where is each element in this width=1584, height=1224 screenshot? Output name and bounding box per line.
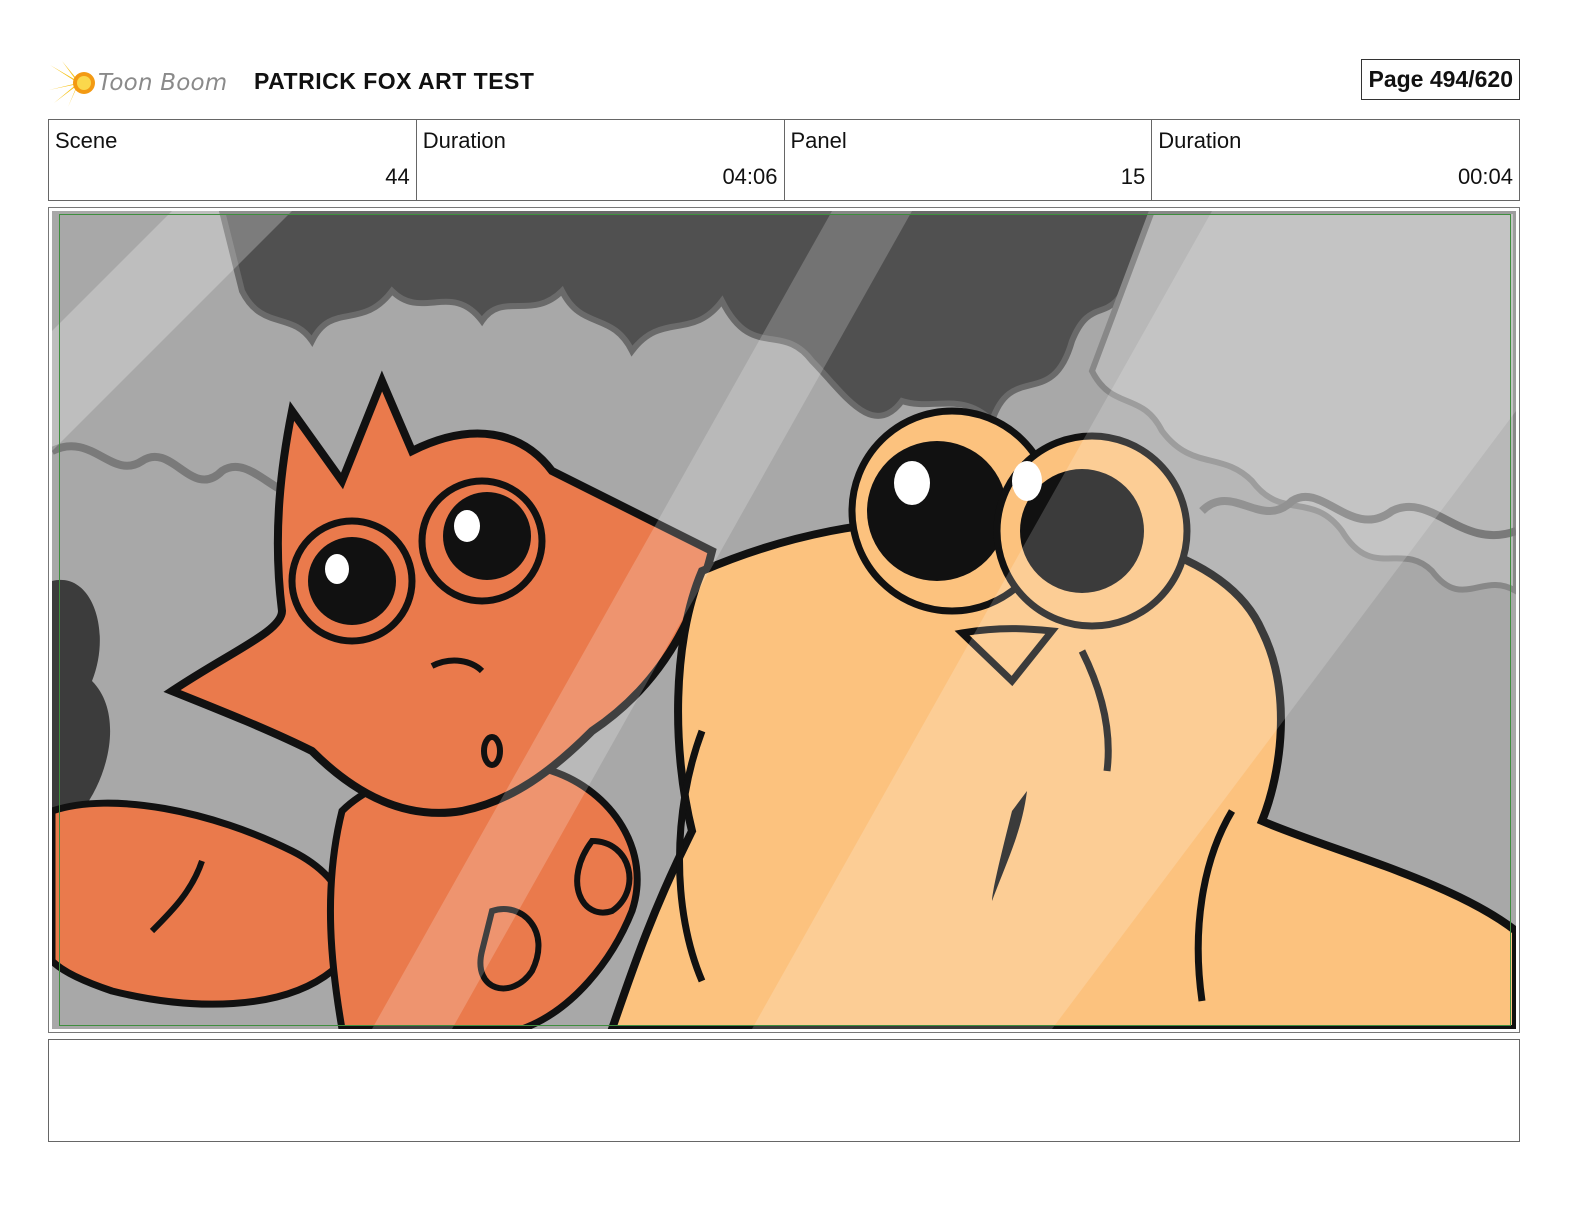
storyboard-header: Toon Boom PATRICK FOX ART TEST Page 494/… <box>48 52 1520 112</box>
panel-notes-box[interactable] <box>48 1039 1520 1142</box>
storyboard-drawing <box>52 211 1516 1029</box>
page-number: Page 494/620 <box>1361 59 1520 100</box>
document-title: PATRICK FOX ART TEST <box>254 68 535 94</box>
scene-duration-label: Duration <box>422 128 506 153</box>
scene-duration-cell: Duration 04:06 <box>417 120 785 200</box>
panel-artwork <box>52 211 1516 1029</box>
scene-info-table: Scene 44 Duration 04:06 Panel 15 Duratio… <box>48 119 1520 201</box>
scene-value: 44 <box>385 164 410 189</box>
panel-frame <box>48 207 1520 1033</box>
starburst-icon <box>48 61 95 107</box>
panel-value: 15 <box>1120 164 1146 189</box>
scene-label: Scene <box>55 128 118 153</box>
panel-duration-cell: Duration 00:04 <box>1152 120 1519 200</box>
panel-duration-label: Duration <box>1158 128 1242 153</box>
fox-eye-left <box>308 537 396 625</box>
panel-duration-value: 00:04 <box>1457 164 1513 189</box>
panel-label: Panel <box>790 128 847 153</box>
toon-boom-logo: Toon Boom <box>48 56 238 110</box>
logo-text: Toon Boom <box>98 70 228 96</box>
fox-eye-right <box>443 492 531 580</box>
frog-eye-left <box>867 441 1007 581</box>
scene-cell: Scene 44 <box>49 120 417 200</box>
panel-cell: Panel 15 <box>785 120 1153 200</box>
scene-duration-value: 04:06 <box>722 164 778 189</box>
